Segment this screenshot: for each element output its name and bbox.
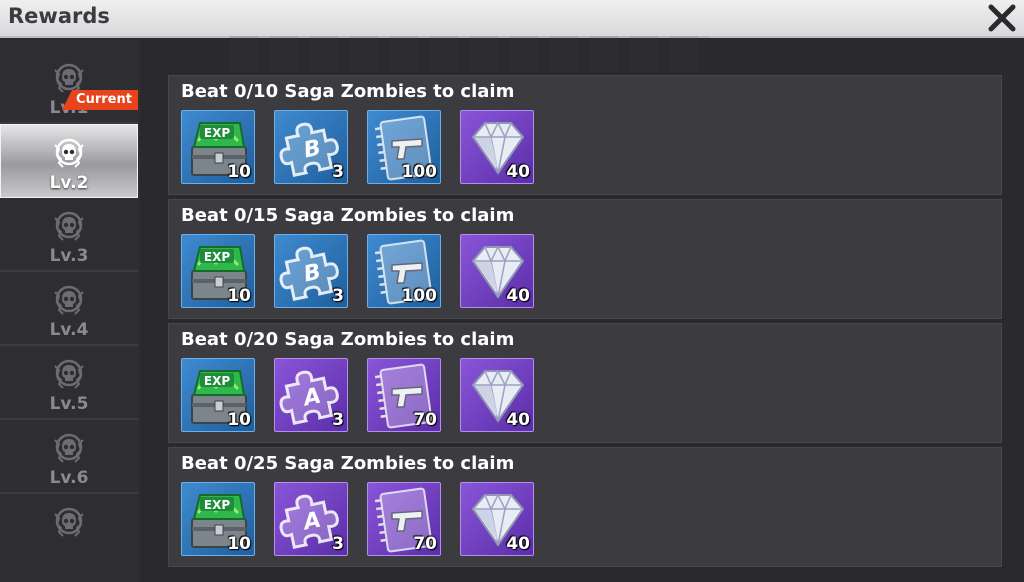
reward-quantity: 70 (413, 534, 437, 554)
reward-item[interactable]: 10 (181, 234, 255, 308)
level-sidebar: Current Lv.1 Lv.2 Lv.3 Lv.4 Lv.5 Lv.6 (0, 40, 140, 582)
close-button[interactable] (984, 0, 1020, 36)
level-label: Lv.3 (49, 246, 89, 266)
level-tab-partial[interactable] (0, 494, 138, 568)
current-badge: Current (62, 90, 138, 110)
reward-condition: Beat 0/25 Saga Zombies to claim (181, 453, 515, 474)
reward-item[interactable]: 100 (367, 234, 441, 308)
reward-row: Beat 0/10 Saga Zombies to claim 10 B 3 100 40 (168, 75, 1002, 195)
reward-quantity: 40 (506, 534, 530, 554)
skull-icon (49, 280, 89, 320)
reward-quantity: 10 (227, 410, 251, 430)
reward-quantity: 100 (401, 286, 438, 306)
reward-condition: Beat 0/15 Saga Zombies to claim (181, 205, 515, 226)
reward-item[interactable]: 10 (181, 358, 255, 432)
level-tab-3[interactable]: Lv.3 (0, 198, 138, 272)
skull-icon (49, 133, 89, 173)
reward-item[interactable]: 40 (460, 482, 534, 556)
reward-quantity: 3 (332, 410, 344, 430)
reward-row: Beat 0/25 Saga Zombies to claim 10 A 3 70 40 (168, 447, 1002, 567)
title-bar: Rewards (0, 0, 1024, 38)
level-tab-1[interactable]: Lv.1 (0, 50, 138, 124)
level-label: Lv.6 (49, 468, 89, 488)
reward-item[interactable]: A3 (274, 358, 348, 432)
reward-condition: Beat 0/10 Saga Zombies to claim (181, 81, 515, 102)
reward-quantity: 100 (401, 162, 438, 182)
reward-quantity: 10 (227, 286, 251, 306)
reward-condition: Beat 0/20 Saga Zombies to claim (181, 329, 515, 350)
reward-item[interactable]: 70 (367, 358, 441, 432)
reward-item[interactable]: 70 (367, 482, 441, 556)
reward-item[interactable]: 40 (460, 110, 534, 184)
level-tab-6[interactable]: Lv.6 (0, 420, 138, 494)
reward-row: Beat 0/20 Saga Zombies to claim 10 A 3 70 40 (168, 323, 1002, 443)
reward-item[interactable]: A3 (274, 482, 348, 556)
level-label: Lv.5 (49, 394, 89, 414)
skull-icon (49, 206, 89, 246)
reward-item[interactable]: B3 (274, 234, 348, 308)
window-title: Rewards (8, 4, 110, 28)
reward-item[interactable]: 10 (181, 482, 255, 556)
reward-quantity: 40 (506, 162, 530, 182)
reward-quantity: 3 (332, 534, 344, 554)
level-tab-4[interactable]: Lv.4 (0, 272, 138, 346)
reward-quantity: 70 (413, 410, 437, 430)
close-icon (988, 4, 1016, 32)
reward-item[interactable]: B3 (274, 110, 348, 184)
background-watermark (230, 36, 710, 72)
reward-row: Beat 0/15 Saga Zombies to claim 10 B 3 100 40 (168, 199, 1002, 319)
reward-item[interactable]: 100 (367, 110, 441, 184)
reward-quantity: 10 (227, 162, 251, 182)
reward-quantity: 40 (506, 410, 530, 430)
level-tab-5[interactable]: Lv.5 (0, 346, 138, 420)
level-tab-2[interactable]: Lv.2 (0, 124, 138, 198)
reward-quantity: 3 (332, 162, 344, 182)
reward-item[interactable]: 40 (460, 234, 534, 308)
skull-icon (49, 502, 89, 542)
skull-icon (49, 354, 89, 394)
reward-quantity: 10 (227, 534, 251, 554)
reward-quantity: 40 (506, 286, 530, 306)
level-label: Lv.4 (49, 320, 89, 340)
reward-item[interactable]: 40 (460, 358, 534, 432)
reward-item[interactable]: 10 (181, 110, 255, 184)
reward-quantity: 3 (332, 286, 344, 306)
level-label: Lv.2 (49, 173, 89, 193)
skull-icon (49, 428, 89, 468)
